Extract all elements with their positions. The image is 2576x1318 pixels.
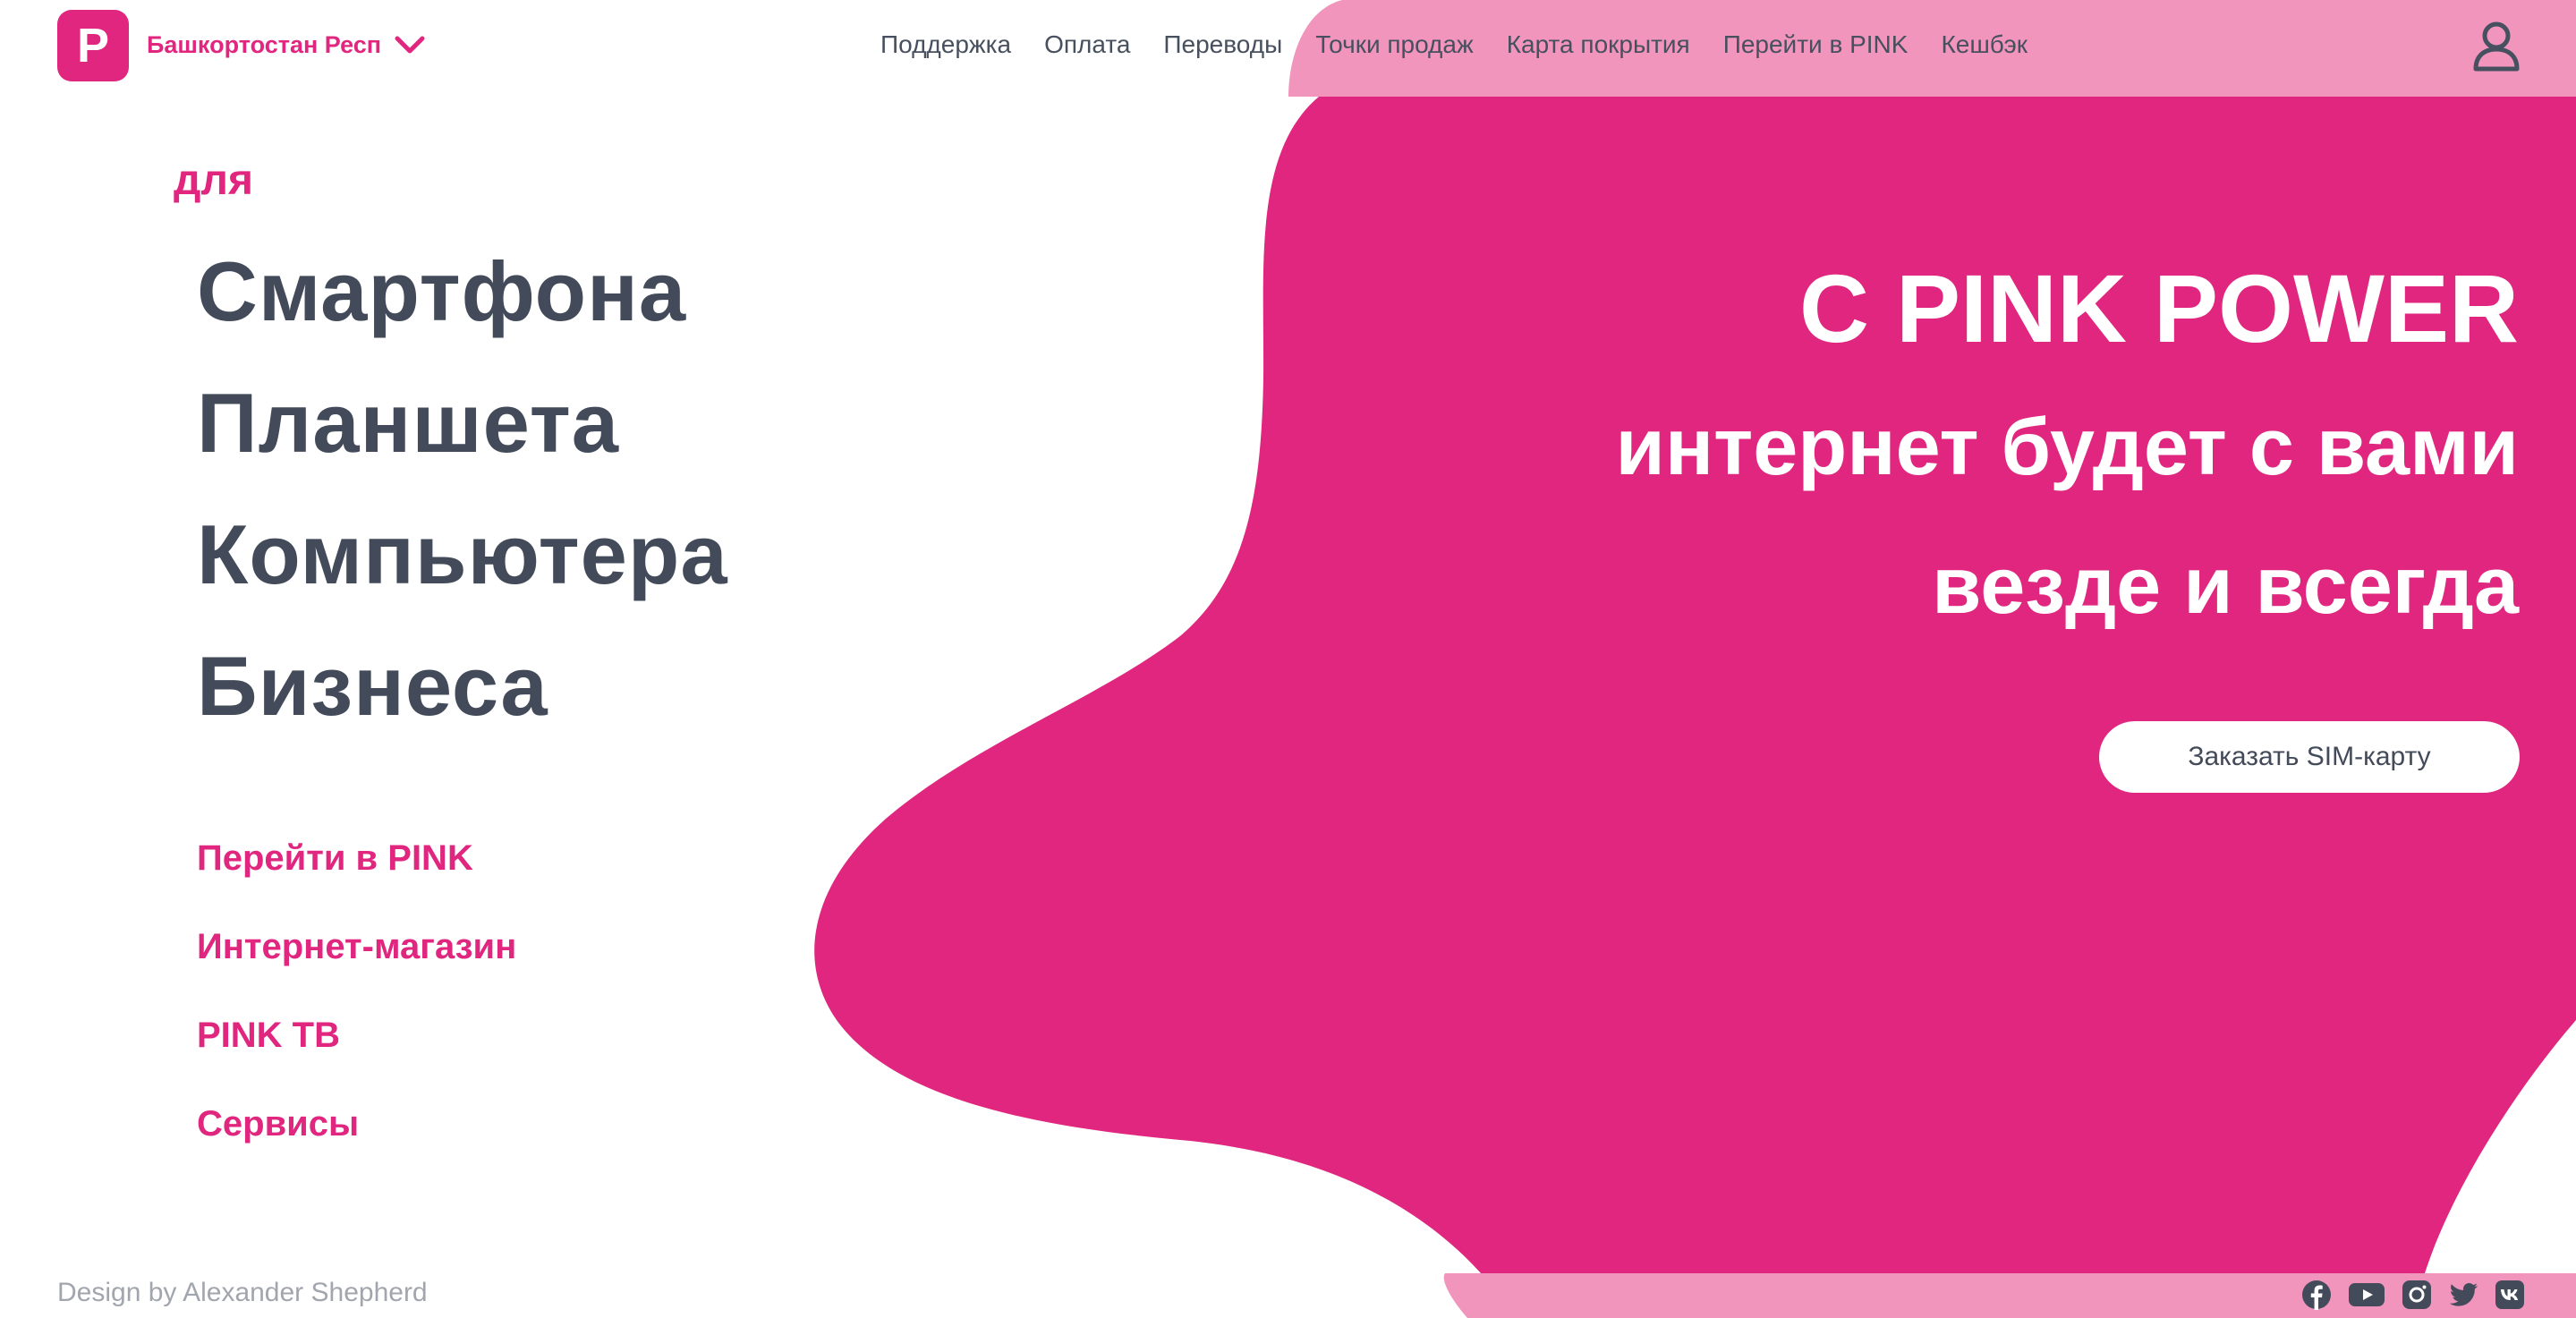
for-label: для <box>174 157 253 204</box>
twitter-icon[interactable] <box>2448 1280 2478 1310</box>
design-credit: Design by Alexander Shepherd <box>57 1278 428 1307</box>
instagram-icon[interactable] <box>2402 1280 2432 1310</box>
hero-headline: С PINK POWER <box>1798 254 2519 362</box>
nav-payment[interactable]: Оплата <box>1044 27 1130 63</box>
nav-sales-points[interactable]: Точки продаж <box>1315 27 1473 63</box>
nav-support[interactable]: Поддержка <box>880 27 1011 63</box>
order-sim-button[interactable]: Заказать SIM-карту <box>2099 721 2520 793</box>
target-tablet: Планшета <box>197 376 620 470</box>
nav-coverage-map[interactable]: Карта покрытия <box>1507 27 1690 63</box>
hero-subline-2: везде и всегда <box>1932 541 2519 631</box>
quick-links: Перейти в PINK Интернет-магазин PINK ТВ … <box>197 836 516 1190</box>
link-online-store[interactable]: Интернет-магазин <box>197 924 516 969</box>
region-selector[interactable]: Башкортостан Респ <box>147 27 381 63</box>
chevron-down-icon[interactable] <box>394 34 426 55</box>
nav-switch-to-pink[interactable]: Перейти в PINK <box>1723 27 1909 63</box>
facebook-icon[interactable] <box>2301 1280 2332 1310</box>
user-icon[interactable] <box>2471 20 2521 72</box>
nav-transfers[interactable]: Переводы <box>1163 27 1282 63</box>
social-links <box>2301 1280 2525 1310</box>
link-services[interactable]: Сервисы <box>197 1101 516 1146</box>
vk-icon[interactable] <box>2495 1280 2525 1310</box>
hero-subline-1: интернет будет с вами <box>1615 403 2519 492</box>
main-nav: Поддержка Оплата Переводы Точки продаж К… <box>880 27 2028 63</box>
nav-cashback[interactable]: Кешбэк <box>1941 27 2028 63</box>
link-pink-tv[interactable]: PINK ТВ <box>197 1013 516 1058</box>
link-switch-to-pink[interactable]: Перейти в PINK <box>197 836 516 880</box>
target-computer: Компьютера <box>197 507 728 601</box>
hero-text: С PINK POWER интернет будет с вами везде… <box>1615 242 2519 653</box>
youtube-icon[interactable] <box>2348 1280 2385 1310</box>
target-smartphone: Смартфона <box>197 244 687 338</box>
header: P Башкортостан Респ Поддержка Оплата Пер… <box>0 0 2576 95</box>
target-business: Бизнеса <box>197 639 548 733</box>
device-targets-list: Смартфона Планшета Компьютера Бизнеса <box>197 225 728 752</box>
pink-logo[interactable]: P <box>57 10 129 81</box>
